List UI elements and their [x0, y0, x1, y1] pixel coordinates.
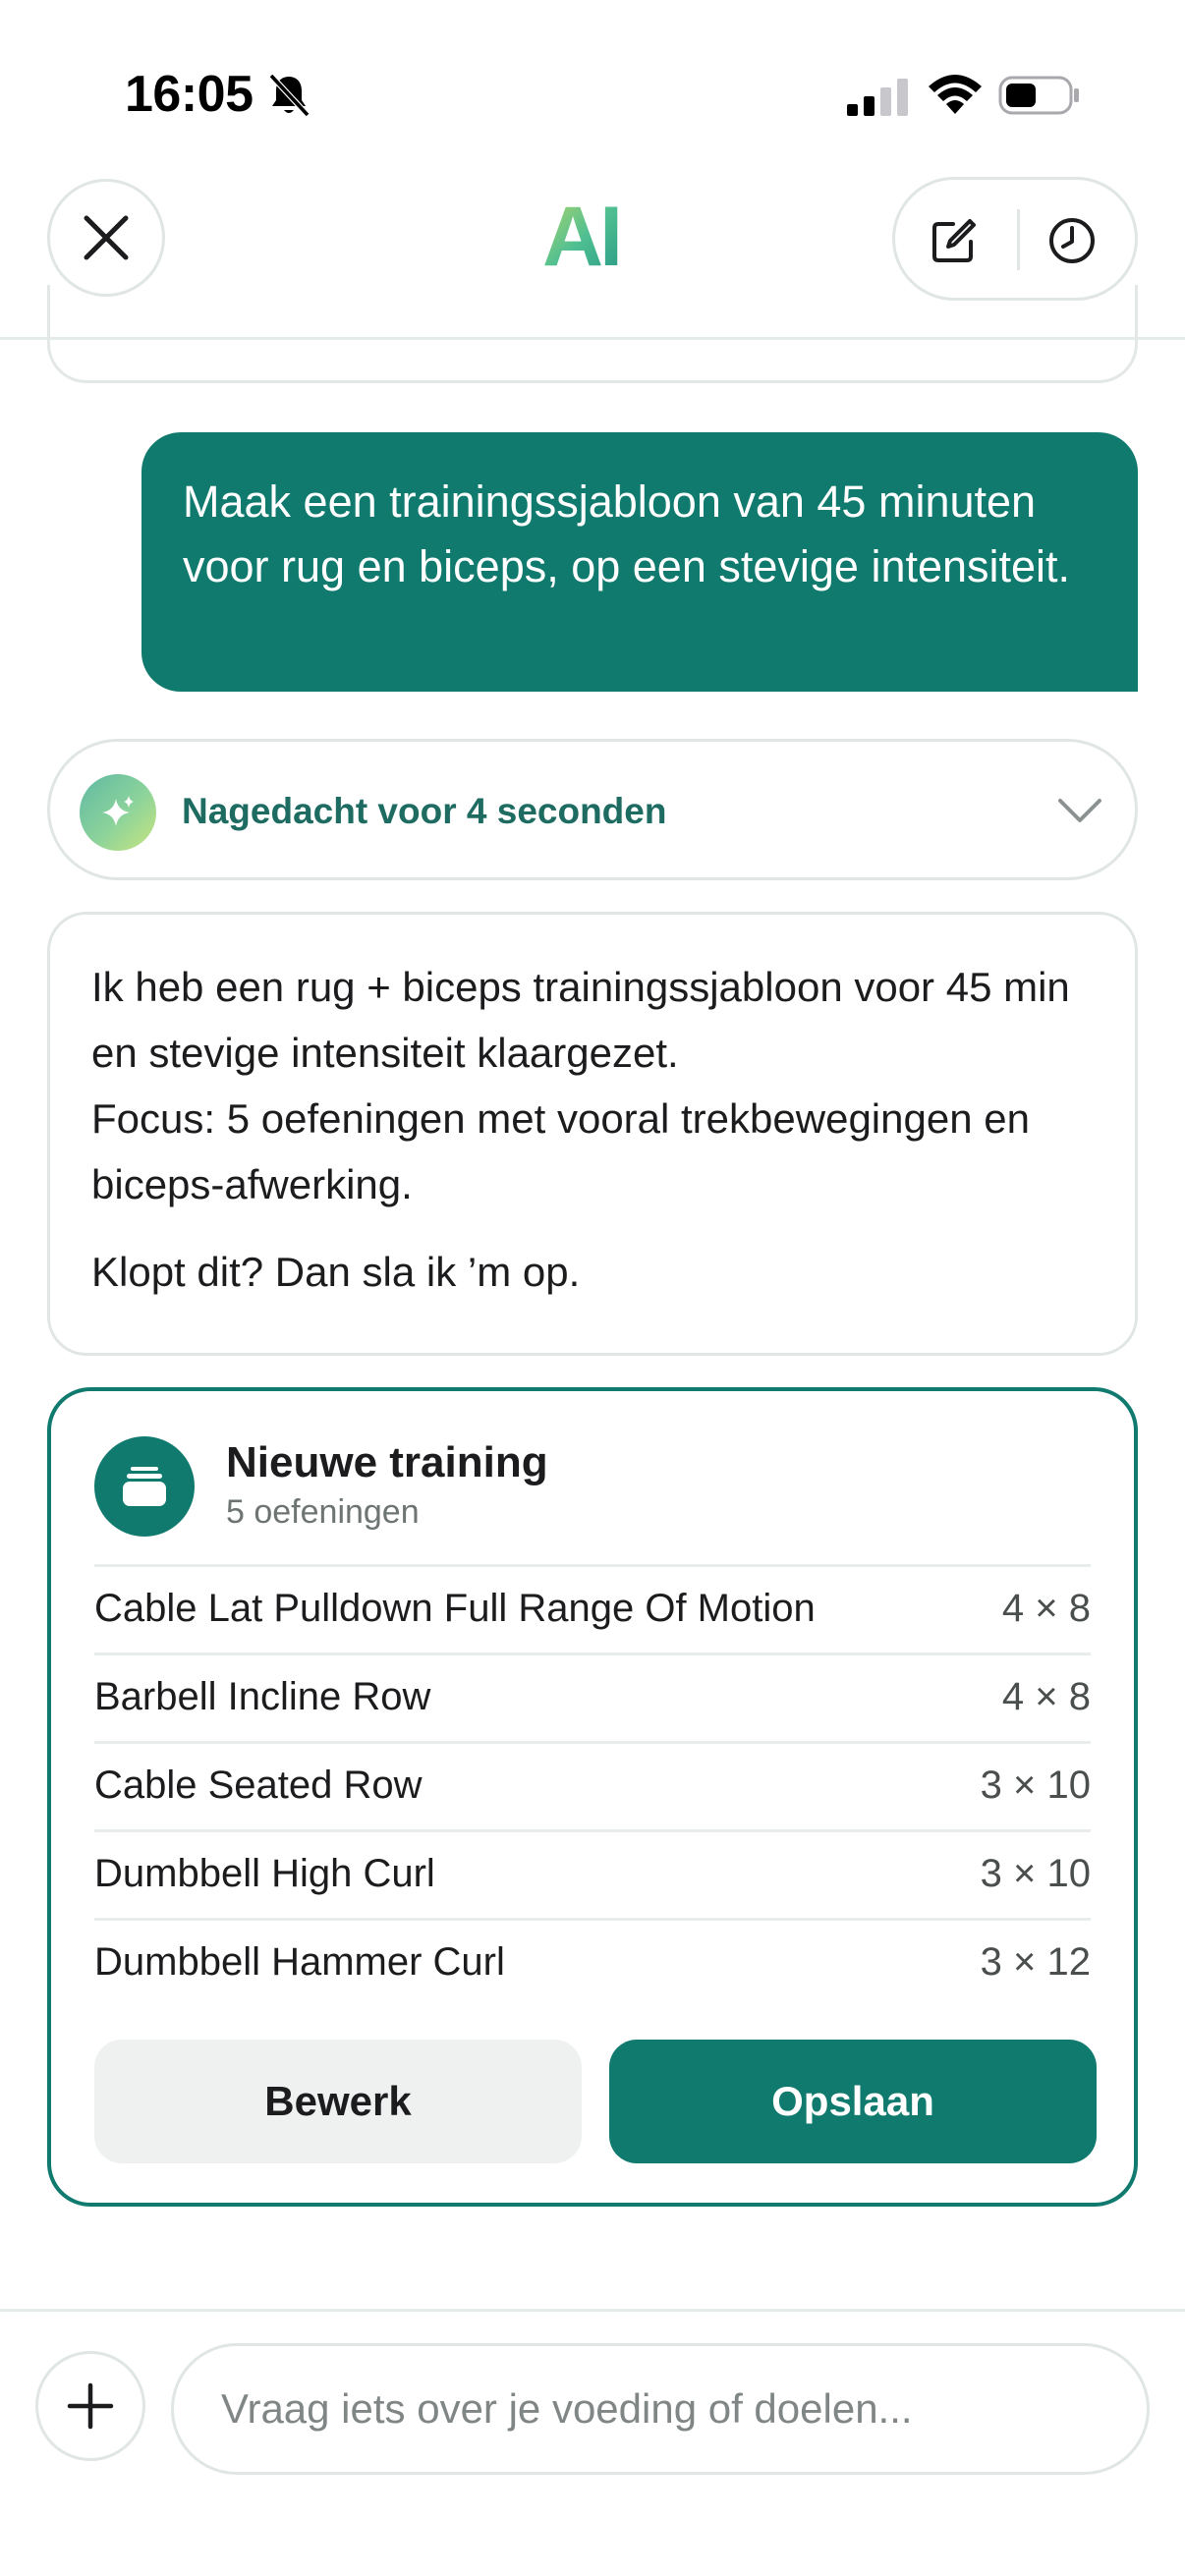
history-button[interactable]	[1043, 211, 1101, 270]
close-icon	[84, 215, 129, 260]
exercise-list: Cable Lat Pulldown Full Range Of Motion …	[94, 1564, 1091, 2006]
assistant-text-question: Klopt dit? Dan sla ik ’m op.	[91, 1249, 581, 1295]
wifi-icon	[929, 75, 982, 114]
chat-screen: 16:05 AI Maak een trainingssjabloon van …	[0, 0, 1185, 2576]
plus-icon	[67, 2382, 114, 2430]
assistant-text-line-1: Ik heb een rug + biceps trainingssjabloo…	[91, 964, 1070, 1076]
add-attachment-button[interactable]	[35, 2351, 145, 2461]
assistant-text-line-2: Focus: 5 oefeningen met vooral trekbeweg…	[91, 1095, 1030, 1207]
workout-title: Nieuwe training	[226, 1438, 548, 1486]
bell-slash-icon	[268, 73, 310, 118]
history-clock-icon	[1049, 218, 1095, 263]
assistant-message: Ik heb een rug + biceps trainingssjabloo…	[47, 912, 1138, 1356]
exercise-row: Dumbbell High Curl 3 × 10	[94, 1829, 1091, 1918]
status-time: 16:05	[125, 66, 254, 123]
thinking-indicator[interactable]: Nagedacht voor 4 seconden	[47, 739, 1138, 880]
chevron-down-icon	[1058, 799, 1101, 822]
previous-message-card	[47, 285, 1138, 383]
exercise-sets: 3 × 10	[980, 1852, 1091, 1895]
exercise-sets: 3 × 10	[980, 1764, 1091, 1807]
compose-icon	[932, 219, 976, 262]
exercise-row: Barbell Incline Row 4 × 8	[94, 1652, 1091, 1741]
user-message-bubble: Maak een trainingssjabloon van 45 minute…	[141, 432, 1138, 692]
workout-subtitle: 5 oefeningen	[226, 1493, 420, 1531]
workout-icon-badge	[94, 1436, 195, 1537]
sparkle-badge	[80, 774, 156, 851]
workout-stack-icon	[123, 1467, 166, 1506]
close-button[interactable]	[47, 179, 165, 297]
message-composer	[0, 2309, 1185, 2576]
header-actions	[892, 177, 1138, 301]
battery-icon	[998, 76, 1079, 115]
thinking-label: Nagedacht voor 4 seconden	[182, 791, 667, 831]
exercise-name: Barbell Incline Row	[94, 1675, 431, 1718]
exercise-name: Dumbbell Hammer Curl	[94, 1940, 505, 1984]
exercise-name: Cable Seated Row	[94, 1764, 423, 1807]
exercise-row: Cable Seated Row 3 × 10	[94, 1741, 1091, 1829]
exercise-sets: 3 × 12	[980, 1940, 1091, 1984]
exercise-name: Cable Lat Pulldown Full Range Of Motion	[94, 1587, 816, 1630]
exercise-row: Dumbbell Hammer Curl 3 × 12	[94, 1918, 1091, 2006]
status-bar: 16:05	[0, 0, 1185, 167]
exercise-sets: 4 × 8	[1001, 1587, 1091, 1630]
workout-template-card: Nieuwe training 5 oefeningen Cable Lat P…	[47, 1387, 1138, 2207]
signal-icon	[847, 79, 908, 116]
edit-button[interactable]: Bewerk	[94, 2040, 582, 2163]
ai-logo: AI	[542, 195, 645, 279]
exercise-row: Cable Lat Pulldown Full Range Of Motion …	[94, 1564, 1091, 1652]
header-divider	[1017, 209, 1020, 270]
message-input[interactable]	[171, 2343, 1150, 2475]
sparkle-icon	[102, 796, 134, 826]
new-chat-button[interactable]	[925, 211, 984, 270]
save-button[interactable]: Opslaan	[609, 2040, 1097, 2163]
exercise-name: Dumbbell High Curl	[94, 1852, 435, 1895]
exercise-sets: 4 × 8	[1001, 1675, 1091, 1718]
